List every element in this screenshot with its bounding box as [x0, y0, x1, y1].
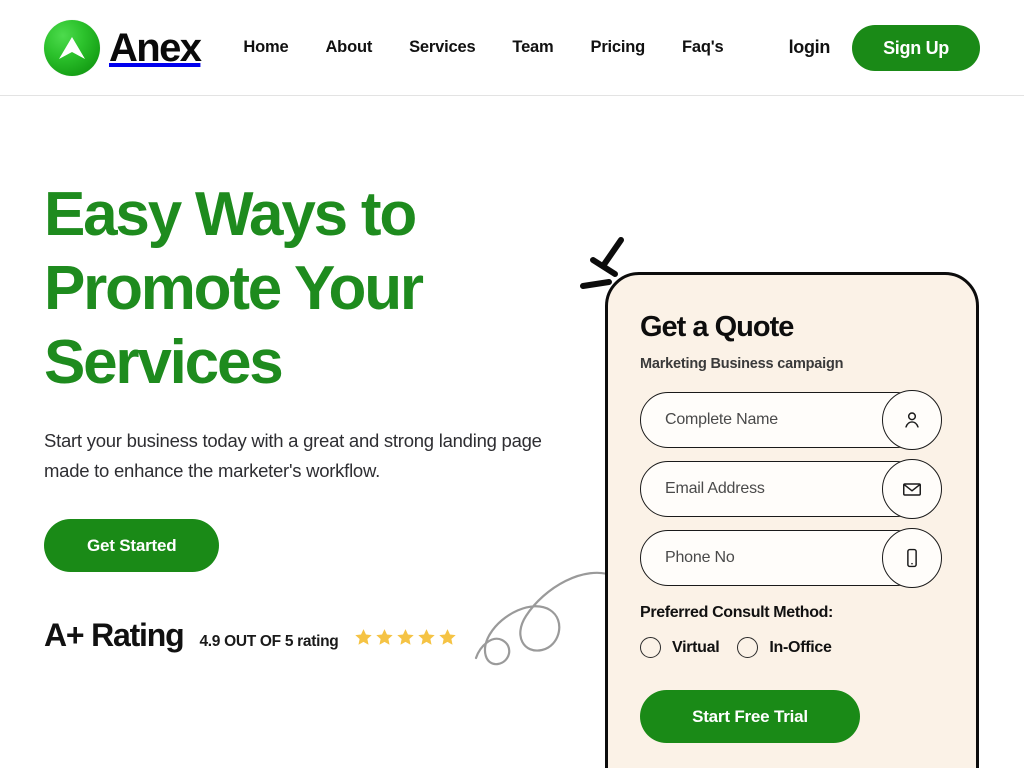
- hero-subtitle: Start your business today with a great a…: [44, 430, 542, 481]
- login-link[interactable]: login: [789, 37, 831, 58]
- nav-item-services[interactable]: Services: [409, 38, 475, 57]
- squiggle-decoration-icon: [466, 558, 626, 693]
- star-icon: [376, 628, 394, 645]
- start-free-trial-button[interactable]: Start Free Trial: [640, 690, 860, 743]
- field-email-address: [640, 459, 946, 519]
- radio-circle-icon[interactable]: [737, 637, 759, 658]
- consult-method-label: Preferred Consult Method:: [640, 604, 834, 621]
- consult-method-options: Virtual In-Office: [640, 637, 946, 658]
- rating-text: 4.9 OUT OF 5 rating: [199, 633, 339, 650]
- field-phone-no: [640, 528, 946, 588]
- rating-block: A+ Rating 4.9 OUT OF 5 rating: [44, 619, 457, 651]
- user-icon[interactable]: [882, 390, 942, 450]
- rating-grade: A+ Rating: [44, 617, 185, 653]
- card-title: Get a Quote: [640, 311, 794, 343]
- brand-logo[interactable]: Anex: [44, 19, 202, 76]
- card-subtitle: Marketing Business campaign: [640, 356, 844, 372]
- main-nav: Home About Services Team Pricing Faq's: [243, 38, 723, 57]
- star-icon: [355, 628, 373, 645]
- radio-option-virtual[interactable]: Virtual: [640, 637, 720, 658]
- anex-chevron-logo-icon: [44, 19, 100, 76]
- header-actions: login Sign Up: [789, 24, 980, 71]
- signup-button[interactable]: Sign Up: [852, 24, 980, 71]
- nav-item-home[interactable]: Home: [243, 38, 288, 57]
- page-title: Easy Ways to Promote Your Services: [44, 180, 424, 397]
- nav-item-team[interactable]: Team: [512, 38, 553, 57]
- brand-name: Anex: [109, 25, 202, 70]
- star-icon: [439, 628, 457, 645]
- star-icon: [418, 628, 436, 645]
- hero-copy: Easy Ways to Promote Your Services Start…: [44, 178, 604, 572]
- star-icon: [397, 628, 415, 645]
- site-header: Anex Home About Services Team Pricing Fa…: [0, 0, 1024, 96]
- quote-form-card: Get a Quote Marketing Business campaign: [605, 272, 979, 768]
- quote-form-fields: [640, 390, 946, 588]
- nav-item-about[interactable]: About: [325, 38, 372, 57]
- radio-label-virtual: Virtual: [672, 638, 720, 656]
- radio-option-in-office[interactable]: In-Office: [737, 637, 832, 658]
- envelope-icon[interactable]: [882, 459, 942, 519]
- landing-page: Anex Home About Services Team Pricing Fa…: [0, 0, 1024, 768]
- phone-icon[interactable]: [882, 528, 942, 588]
- get-started-button[interactable]: Get Started: [44, 519, 220, 572]
- rating-stars: [354, 628, 457, 647]
- nav-item-faqs[interactable]: Faq's: [682, 38, 724, 57]
- nav-item-pricing[interactable]: Pricing: [591, 38, 646, 57]
- hero-section: Easy Ways to Promote Your Services Start…: [0, 96, 1024, 768]
- field-complete-name: [640, 390, 946, 450]
- radio-label-in-office: In-Office: [769, 638, 832, 656]
- radio-circle-icon[interactable]: [640, 637, 661, 658]
